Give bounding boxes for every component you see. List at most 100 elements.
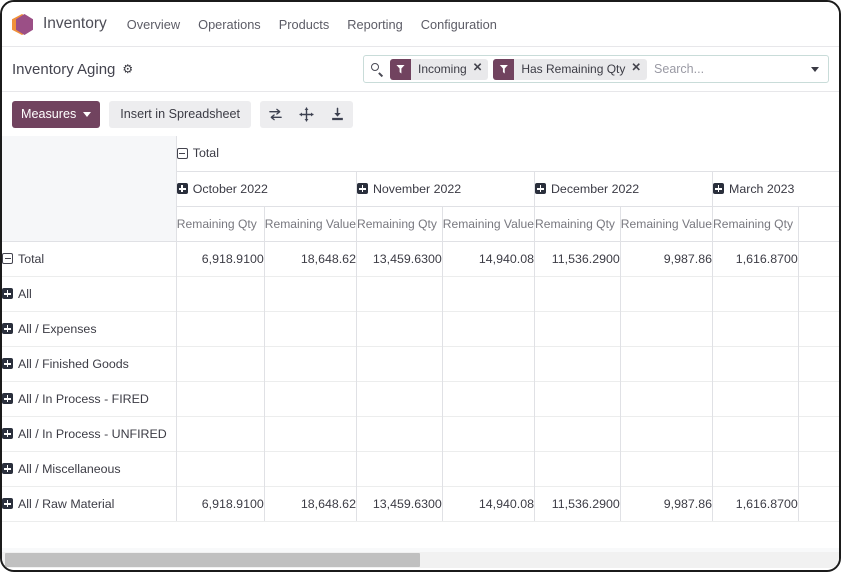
expand-all-button[interactable]: [291, 101, 322, 128]
table-row[interactable]: All / Miscellaneous: [2, 450, 839, 486]
gear-icon[interactable]: ⚙: [122, 63, 133, 75]
col-group-march-2023[interactable]: March 2023: [712, 171, 839, 207]
measure-header-dec-value[interactable]: Remaining Value: [619, 206, 713, 242]
table-row[interactable]: All / In Process - FIRED: [2, 380, 839, 416]
cell-misc-nov-value: [441, 450, 535, 486]
search-panel[interactable]: Incoming ✕ Has Remaining Qty ✕: [363, 55, 829, 83]
insert-in-spreadsheet-button[interactable]: Insert in Spreadsheet: [109, 100, 252, 128]
row-header-all-finished-goods[interactable]: All / Finished Goods: [2, 345, 177, 381]
cell-finished-mar-qty: [712, 345, 799, 381]
expand-all-icon: [299, 106, 314, 122]
measure-header-mar-value[interactable]: [797, 206, 839, 242]
search-dropdown-toggle[interactable]: [804, 56, 826, 82]
table-row[interactable]: Total 6,918.9100 18,648.62 13,459.6300 1…: [2, 240, 839, 276]
measures-button[interactable]: Measures: [12, 100, 101, 128]
measure-header-mar-qty[interactable]: Remaining Qty: [712, 206, 799, 242]
expand-plus-icon: [2, 463, 13, 474]
row-header-all-in-process-unfired[interactable]: All / In Process - UNFIRED: [2, 415, 177, 451]
cell-raw-mar-value: [797, 485, 839, 522]
cell-fired-nov-value: [441, 380, 535, 416]
cell-misc-dec-value: [619, 450, 713, 486]
cell-fired-nov-qty: [355, 380, 443, 416]
table-row[interactable]: All: [2, 275, 839, 311]
measure-header-nov-qty[interactable]: Remaining Qty: [355, 206, 443, 242]
col-group-november-2022[interactable]: November 2022: [355, 171, 535, 207]
pivot-corner-cell: [2, 171, 177, 206]
pivot-header-root-row: Total: [2, 136, 839, 172]
cell-raw-nov-value: 14,940.08: [441, 485, 535, 522]
col-header-total-label: Total: [192, 146, 219, 161]
facet-label: Incoming: [418, 62, 467, 76]
measures-button-label: Measures: [21, 107, 77, 121]
pivot-table: Total October 2022 November 2022 Decembe…: [2, 136, 839, 522]
nav-item-overview[interactable]: Overview: [127, 17, 180, 32]
expand-plus-icon: [2, 393, 13, 404]
row-header-all-expenses[interactable]: All / Expenses: [2, 310, 177, 346]
search-facet-has-remaining-qty[interactable]: Has Remaining Qty ✕: [493, 58, 648, 80]
col-group-label: October 2022: [192, 181, 268, 196]
collapse-minus-icon: [2, 253, 13, 264]
row-label: All: [18, 286, 32, 301]
row-header-all-in-process-fired[interactable]: All / In Process - FIRED: [2, 380, 177, 416]
table-row[interactable]: All / Raw Material 6,918.9100 18,648.62 …: [2, 485, 839, 522]
col-group-december-2022[interactable]: December 2022: [533, 171, 713, 207]
cell-raw-oct-value: 18,648.62: [263, 485, 357, 522]
row-label: All / Raw Material: [18, 496, 115, 511]
cell-expenses-mar-qty: [712, 310, 799, 346]
col-group-label: November 2022: [372, 181, 462, 196]
cell-total-oct-value: 18,648.62: [263, 240, 357, 276]
col-group-october-2022[interactable]: October 2022: [175, 171, 357, 207]
search-icon: [370, 62, 384, 76]
cell-expenses-mar-value: [797, 310, 839, 346]
pivot-corner-cell: [2, 136, 177, 171]
cell-expenses-nov-value: [441, 310, 535, 346]
cell-finished-nov-qty: [355, 345, 443, 381]
measure-header-oct-value[interactable]: Remaining Value: [263, 206, 357, 242]
row-label: Total: [18, 251, 45, 266]
cell-misc-nov-qty: [355, 450, 443, 486]
nav-item-products[interactable]: Products: [279, 17, 330, 32]
row-header-all-miscellaneous[interactable]: All / Miscellaneous: [2, 450, 177, 486]
close-icon[interactable]: ✕: [631, 63, 647, 75]
horizontal-scrollbar-thumb[interactable]: [5, 553, 420, 567]
cell-expenses-dec-qty: [533, 310, 621, 346]
app-window-inner: Inventory Overview Operations Products R…: [2, 2, 839, 570]
row-label: All / Miscellaneous: [18, 461, 121, 476]
close-icon[interactable]: ✕: [473, 63, 489, 75]
breadcrumb: Inventory Aging ⚙: [12, 61, 133, 78]
measure-header-dec-qty[interactable]: Remaining Qty: [533, 206, 621, 242]
facet-label: Has Remaining Qty: [521, 62, 626, 76]
cell-expenses-nov-qty: [355, 310, 443, 346]
search-input[interactable]: [652, 61, 804, 77]
table-row[interactable]: All / Finished Goods: [2, 345, 839, 381]
measure-header-oct-qty[interactable]: Remaining Qty: [175, 206, 265, 242]
row-header-total[interactable]: Total: [2, 240, 177, 276]
nav-item-configuration[interactable]: Configuration: [421, 17, 497, 32]
cell-finished-dec-qty: [533, 345, 621, 381]
cell-all-mar-qty: [712, 275, 799, 311]
pivot-table-container[interactable]: Total October 2022 November 2022 Decembe…: [2, 136, 839, 548]
row-header-all[interactable]: All: [2, 275, 177, 311]
cell-unfired-oct-qty: [175, 415, 265, 451]
cell-all-mar-value: [797, 275, 839, 311]
col-group-label: December 2022: [550, 181, 640, 196]
nav-item-reporting[interactable]: Reporting: [347, 17, 403, 32]
cell-all-nov-qty: [355, 275, 443, 311]
row-header-all-raw-material[interactable]: All / Raw Material: [2, 485, 177, 522]
download-xlsx-button[interactable]: [322, 101, 353, 128]
flip-axis-button[interactable]: [260, 101, 291, 128]
page-title: Inventory Aging: [12, 60, 116, 78]
cell-fired-oct-qty: [175, 380, 265, 416]
cell-fired-dec-qty: [533, 380, 621, 416]
cell-total-nov-value: 14,940.08: [441, 240, 535, 276]
measure-header-nov-value[interactable]: Remaining Value: [441, 206, 535, 242]
flip-axis-icon: [269, 108, 282, 120]
table-row[interactable]: All / In Process - UNFIRED: [2, 415, 839, 451]
cell-fired-mar-qty: [712, 380, 799, 416]
nav-item-operations[interactable]: Operations: [198, 17, 261, 32]
col-header-total[interactable]: Total: [175, 136, 839, 172]
cell-unfired-oct-value: [263, 415, 357, 451]
table-row[interactable]: All / Expenses: [2, 310, 839, 346]
search-facet-incoming[interactable]: Incoming ✕: [390, 58, 489, 80]
cell-total-mar-qty: 1,616.8700: [712, 240, 799, 276]
